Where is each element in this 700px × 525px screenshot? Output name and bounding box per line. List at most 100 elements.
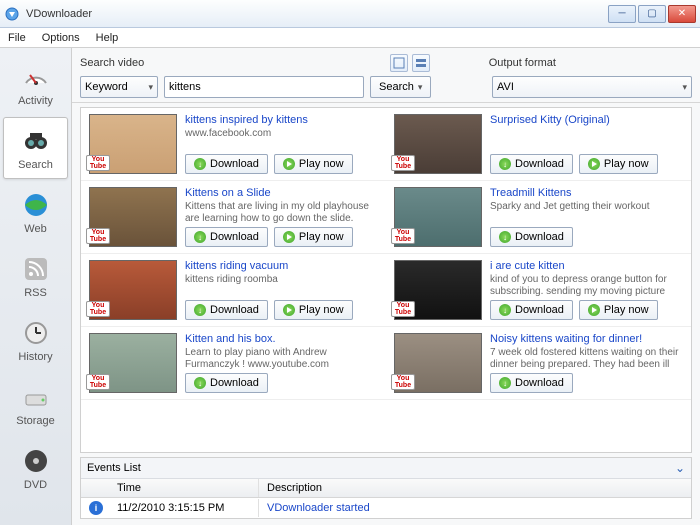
video-title[interactable]: kittens inspired by kittens	[185, 114, 378, 126]
results-panel: YouTube kittens inspired by kittens www.…	[80, 107, 692, 453]
youtube-badge: YouTube	[391, 301, 415, 317]
result-cell: YouTube kittens inspired by kittens www.…	[81, 108, 386, 181]
sidebar-label: Activity	[18, 95, 53, 107]
result-cell: YouTube Kittens on a Slide Kittens that …	[81, 181, 386, 254]
col-time[interactable]: Time	[109, 479, 259, 497]
menu-file[interactable]: File	[8, 32, 26, 44]
download-button[interactable]: ↓Download	[185, 300, 268, 320]
maximize-button[interactable]: ▢	[638, 5, 666, 23]
result-cell: YouTube i are cute kitten kind of you to…	[386, 254, 691, 327]
sidebar-item-search[interactable]: Search	[3, 117, 68, 179]
download-button[interactable]: ↓Download	[490, 300, 573, 320]
youtube-badge: YouTube	[86, 374, 110, 390]
play-button[interactable]: Play now	[579, 300, 658, 320]
video-title[interactable]: Kittens on a Slide	[185, 187, 378, 199]
result-cell: YouTube Surprised Kitty (Original) ↓Down…	[386, 108, 691, 181]
video-thumbnail[interactable]: YouTube	[394, 260, 482, 320]
video-thumbnail[interactable]: YouTube	[394, 114, 482, 174]
combo-value: AVI	[497, 81, 514, 93]
video-thumbnail[interactable]: YouTube	[89, 187, 177, 247]
sidebar-label: Search	[18, 159, 53, 171]
play-icon	[283, 158, 295, 170]
menu-help[interactable]: Help	[96, 32, 119, 44]
video-thumbnail[interactable]: YouTube	[394, 187, 482, 247]
play-button[interactable]: Play now	[274, 227, 353, 247]
video-title[interactable]: i are cute kitten	[490, 260, 683, 272]
play-button[interactable]: Play now	[274, 154, 353, 174]
video-thumbnail[interactable]: YouTube	[394, 333, 482, 393]
play-button[interactable]: Play now	[579, 154, 658, 174]
sidebar-item-web[interactable]: Web	[3, 181, 68, 243]
close-button[interactable]: ✕	[668, 5, 696, 23]
video-description: Sparky and Jet getting their workout	[490, 201, 683, 213]
window-title: VDownloader	[26, 8, 608, 20]
youtube-badge: YouTube	[391, 228, 415, 244]
titlebar: VDownloader ─ ▢ ✕	[0, 0, 700, 28]
play-button[interactable]: Play now	[274, 300, 353, 320]
video-description: kind of you to depress orange button for…	[490, 274, 683, 298]
video-thumbnail[interactable]: YouTube	[89, 260, 177, 320]
video-thumbnail[interactable]: YouTube	[89, 333, 177, 393]
sidebar-label: RSS	[24, 287, 47, 299]
search-button[interactable]: Search ▾	[370, 76, 431, 98]
video-title[interactable]: Noisy kittens waiting for dinner!	[490, 333, 683, 345]
download-button[interactable]: ↓Download	[490, 373, 573, 393]
play-icon	[283, 231, 295, 243]
download-icon: ↓	[194, 304, 206, 316]
sidebar-item-history[interactable]: History	[3, 309, 68, 371]
sidebar-item-dvd[interactable]: DVD	[3, 437, 68, 499]
video-description: Learn to play piano with Andrew Furmancz…	[185, 347, 378, 371]
collapse-icon[interactable]: ⌄	[675, 461, 685, 475]
menu-options[interactable]: Options	[42, 32, 80, 44]
youtube-badge: YouTube	[86, 155, 110, 171]
chevron-down-icon: ▾	[418, 82, 423, 93]
video-title[interactable]: Surprised Kitty (Original)	[490, 114, 683, 126]
binoculars-icon	[20, 125, 52, 157]
video-description: 7 week old fostered kittens waiting on t…	[490, 347, 683, 371]
drive-icon	[20, 381, 52, 413]
youtube-badge: YouTube	[391, 374, 415, 390]
clock-icon	[20, 317, 52, 349]
settings-icon[interactable]	[412, 54, 430, 72]
search-field[interactable]	[169, 81, 359, 93]
video-title[interactable]: kittens riding vacuum	[185, 260, 378, 272]
download-button[interactable]: ↓Download	[490, 154, 573, 174]
video-title[interactable]: Kitten and his box.	[185, 333, 378, 345]
download-icon: ↓	[499, 304, 511, 316]
sidebar-label: Web	[24, 223, 46, 235]
filter-icon[interactable]	[390, 54, 408, 72]
menubar: File Options Help	[0, 28, 700, 48]
download-icon: ↓	[499, 158, 511, 170]
info-icon: i	[89, 501, 103, 515]
play-icon	[283, 304, 295, 316]
sidebar-item-storage[interactable]: Storage	[3, 373, 68, 435]
download-icon: ↓	[194, 377, 206, 389]
event-row[interactable]: i 11/2/2010 3:15:15 PM VDownloader start…	[81, 498, 691, 518]
chevron-down-icon: ▾	[148, 82, 153, 93]
output-format-combo[interactable]: AVI ▾	[492, 76, 692, 98]
rss-icon	[20, 253, 52, 285]
search-input[interactable]	[164, 76, 364, 98]
sidebar-item-rss[interactable]: RSS	[3, 245, 68, 307]
event-time: 11/2/2010 3:15:15 PM	[109, 499, 259, 517]
search-mode-combo[interactable]: Keyword ▾	[80, 76, 158, 98]
result-cell: YouTube Treadmill Kittens Sparky and Jet…	[386, 181, 691, 254]
play-icon	[588, 304, 600, 316]
download-button[interactable]: ↓Download	[185, 227, 268, 247]
sidebar-item-activity[interactable]: Activity	[3, 53, 68, 115]
video-title[interactable]: Treadmill Kittens	[490, 187, 683, 199]
combo-value: Keyword	[85, 81, 128, 93]
disc-icon	[20, 445, 52, 477]
col-desc[interactable]: Description	[259, 479, 691, 497]
sidebar: Activity Search Web RSS History Storage …	[0, 48, 72, 525]
download-button[interactable]: ↓Download	[490, 227, 573, 247]
download-icon: ↓	[499, 231, 511, 243]
download-button[interactable]: ↓Download	[185, 154, 268, 174]
search-bar: Search video Output format Keyword ▾ Sea…	[72, 48, 700, 103]
minimize-button[interactable]: ─	[608, 5, 636, 23]
video-thumbnail[interactable]: YouTube	[89, 114, 177, 174]
play-icon	[588, 158, 600, 170]
result-cell: YouTube Noisy kittens waiting for dinner…	[386, 327, 691, 400]
download-button[interactable]: ↓Download	[185, 373, 268, 393]
video-description: kittens riding roomba	[185, 274, 378, 286]
